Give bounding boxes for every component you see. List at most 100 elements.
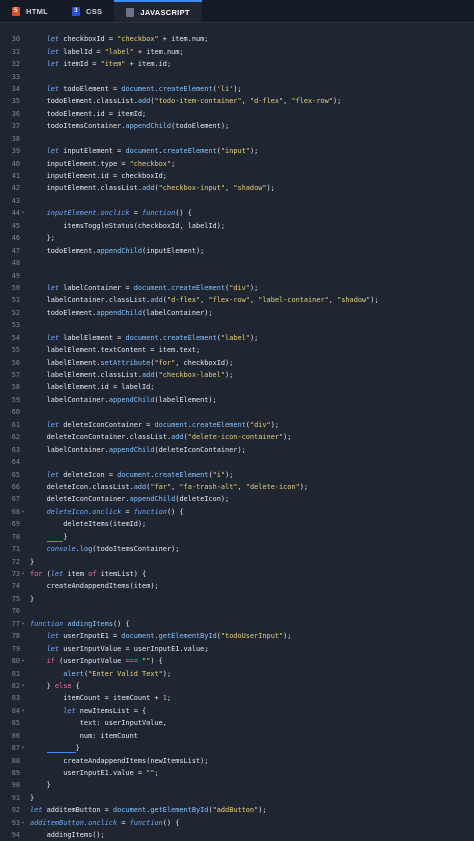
code-line[interactable]: 32 let itemId = "item" + item.id; <box>0 58 474 70</box>
code-line[interactable]: 66 deleteIcon.classList.add("far", "fa-t… <box>0 481 474 493</box>
code-line[interactable]: 68 ▾ deleteIcon.onclick = function() { <box>0 506 474 518</box>
line-number: 71 <box>11 545 20 554</box>
code-line[interactable]: 34 let todoElement = document.createElem… <box>0 83 474 95</box>
line-number: 65 <box>11 470 20 479</box>
code-line[interactable]: 65 let deleteIcon = document.createEleme… <box>0 468 474 480</box>
code-text: let deleteIconContainer = document.creat… <box>46 420 279 429</box>
code-line[interactable]: 84 ▾ let newItemsList = { <box>0 705 474 717</box>
code-line[interactable]: 62 deleteIconContainer.classList.add("de… <box>0 431 474 443</box>
code-line[interactable]: 80 ▾ if (userInputValue === "") { <box>0 655 474 667</box>
code-line[interactable]: 92 let additemButton = document.getElemen… <box>0 804 474 816</box>
code-line[interactable]: 60 <box>0 406 474 418</box>
code-line[interactable]: 59 labelContainer.appendChild(labelEleme… <box>0 394 474 406</box>
code-line[interactable]: 55 labelElement.textContent = item.text; <box>0 344 474 356</box>
code-line[interactable]: 93 ▾ additemButton.onclick = function() { <box>0 817 474 829</box>
code-editor[interactable]: 30 let checkboxId = "checkbox" + item.nu… <box>0 23 474 841</box>
code-text: } <box>30 781 51 790</box>
code-line[interactable]: 56 labelElement.setAttribute("for", chec… <box>0 356 474 368</box>
code-line[interactable]: 73 ▾ for (let item of itemList) { <box>0 568 474 580</box>
code-text: }; <box>30 234 55 243</box>
code-line[interactable]: 46 }; <box>0 232 474 244</box>
code-text: function addingItems() { <box>30 619 130 628</box>
code-line[interactable]: 82 ▾ } else { <box>0 680 474 692</box>
code-line[interactable]: 44 ▾ inputElement.onclick = function() { <box>0 207 474 219</box>
code-text: itemsToggleStatus(checkboxId, labelId); <box>63 221 226 230</box>
code-line[interactable]: 64 <box>0 456 474 468</box>
code-line[interactable]: 85 text: userInputValue, <box>0 717 474 729</box>
line-number: 72 <box>11 557 20 566</box>
code-line[interactable]: 37 todoItemsContainer.appendChild(todoEl… <box>0 120 474 132</box>
html5-icon: 5 <box>12 6 20 16</box>
code-line[interactable]: 42 inputElement.classList.add("checkbox-… <box>0 182 474 194</box>
tab-javascript[interactable]: JAVASCRIPT <box>114 0 202 22</box>
code-line[interactable]: 71 console.log(todoItemsContainer); <box>0 543 474 555</box>
code-line[interactable]: 69 deleteItems(itemId); <box>0 518 474 530</box>
line-number: 77 <box>11 619 20 628</box>
code-line[interactable]: 74 createAndappendItems(item); <box>0 580 474 592</box>
line-number: 43 <box>11 196 20 205</box>
code-line[interactable]: 86 num: itemCount <box>0 730 474 742</box>
code-line[interactable]: 47 todoElement.appendChild(inputElement)… <box>0 244 474 256</box>
line-number: 75 <box>11 594 20 603</box>
line-number: 64 <box>11 458 20 467</box>
code-line[interactable]: 79 let userInputValue = userInputE1.valu… <box>0 642 474 654</box>
code-line[interactable]: 48 <box>0 257 474 269</box>
code-line[interactable]: 43 <box>0 195 474 207</box>
code-line[interactable]: 87 ▾ } <box>0 742 474 754</box>
code-text: inputElement.id = checkboxId; <box>30 172 167 181</box>
code-line[interactable]: 40 inputElement.type = "checkbox"; <box>0 157 474 169</box>
code-line[interactable]: 78 let userInputE1 = document.getElement… <box>0 630 474 642</box>
line-number: 83 <box>11 694 20 703</box>
code-text: deleteItems(itemId); <box>63 520 147 529</box>
code-line[interactable]: 35 todoElement.classList.add("todo-item-… <box>0 95 474 107</box>
code-line[interactable]: 31 let labelId = "label" + item.num; <box>0 45 474 57</box>
code-line[interactable]: 33 <box>0 70 474 82</box>
code-line[interactable]: 45 itemsToggleStatus(checkboxId, labelId… <box>0 220 474 232</box>
code-line[interactable]: 58 labelElement.id = labelId; <box>0 381 474 393</box>
code-line[interactable]: 77 ▾ function addingItems() { <box>0 618 474 630</box>
code-line[interactable]: 94 addingItems(); <box>0 829 474 841</box>
line-number: 30 <box>11 35 20 44</box>
code-line[interactable]: 89 userInputE1.value = ""; <box>0 767 474 779</box>
code-line[interactable]: 51 labelContainer.classList.add("d-flex"… <box>0 294 474 306</box>
code-line[interactable]: 61 let deleteIconContainer = document.cr… <box>0 419 474 431</box>
code-line[interactable]: 63 labelContainer.appendChild(deleteIcon… <box>0 443 474 455</box>
code-line[interactable]: 75} <box>0 593 474 605</box>
code-line[interactable]: 36 todoElement.id = itemId; <box>0 108 474 120</box>
tab-html[interactable]: 5 HTML <box>0 0 60 22</box>
code-line[interactable]: 67 deleteIconContainer.appendChild(delet… <box>0 493 474 505</box>
code-line[interactable]: 91} <box>0 792 474 804</box>
code-line[interactable]: 39 let inputElement = document.createEle… <box>0 145 474 157</box>
code-text: inputElement.classList.add("checkbox-inp… <box>30 184 275 193</box>
code-text: deleteIconContainer.appendChild(deleteIc… <box>30 495 230 504</box>
code-line[interactable]: 38 <box>0 133 474 145</box>
code-text: let labelId = "label" + item.num; <box>46 47 184 56</box>
line-number: 74 <box>11 582 20 591</box>
code-line[interactable]: 50 let labelContainer = document.createE… <box>0 282 474 294</box>
code-text: todoElement.appendChild(labelContainer); <box>30 308 213 317</box>
tab-css[interactable]: 3 CSS <box>60 0 114 22</box>
line-number: 46 <box>11 234 20 243</box>
line-number: 86 <box>11 731 20 740</box>
code-line[interactable]: 76 <box>0 605 474 617</box>
code-line[interactable]: 41 inputElement.id = checkboxId; <box>0 170 474 182</box>
line-number: 79 <box>11 644 20 653</box>
line-number: 35 <box>11 97 20 106</box>
code-line[interactable]: 90 } <box>0 779 474 791</box>
code-text: } <box>26 744 80 754</box>
code-line[interactable]: 57 labelElement.classList.add("checkbox-… <box>0 369 474 381</box>
code-line[interactable]: 70 } <box>0 531 474 543</box>
code-line[interactable]: 30 let checkboxId = "checkbox" + item.nu… <box>0 33 474 45</box>
code-line[interactable]: 49 <box>0 269 474 281</box>
line-number: 60 <box>11 408 20 417</box>
code-line[interactable]: 72} <box>0 555 474 567</box>
code-line[interactable]: 53 <box>0 319 474 331</box>
code-line[interactable]: 81 alert("Enter Valid Text"); <box>0 667 474 679</box>
code-text: labelContainer.appendChild(labelElement)… <box>30 395 217 404</box>
line-number: 42 <box>11 184 20 193</box>
code-line[interactable]: 54 let labelElement = document.createEle… <box>0 332 474 344</box>
code-text: } <box>30 793 35 802</box>
code-line[interactable]: 52 todoElement.appendChild(labelContaine… <box>0 307 474 319</box>
code-line[interactable]: 88 createAndappendItems(newItemsList); <box>0 754 474 766</box>
code-line[interactable]: 83 itemCount = itemCount + 1; <box>0 692 474 704</box>
